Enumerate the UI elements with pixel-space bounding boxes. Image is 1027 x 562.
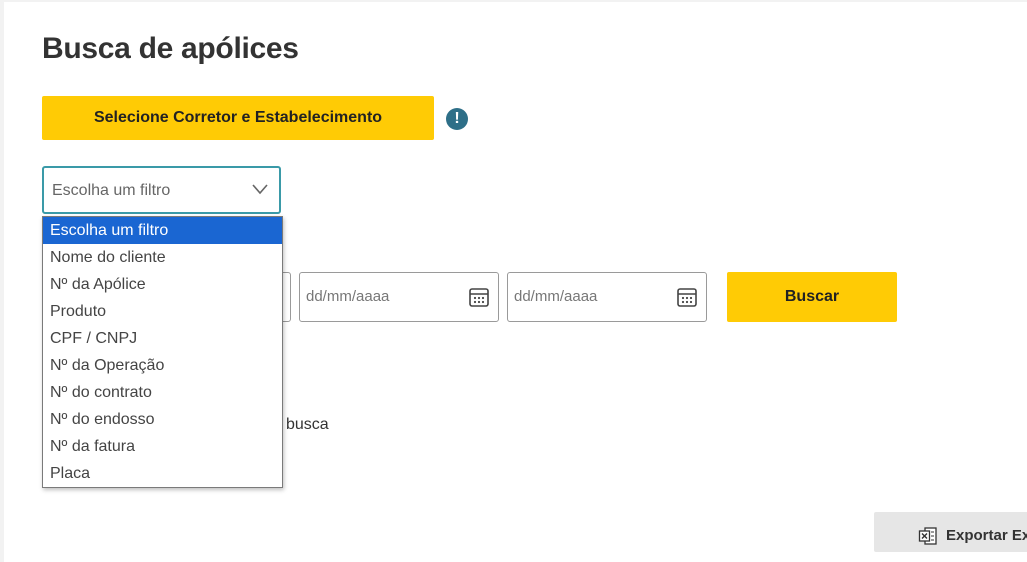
calendar-icon[interactable] <box>676 286 698 308</box>
search-hint-text: busca <box>286 416 329 433</box>
chevron-down-icon <box>252 184 268 195</box>
filter-option[interactable]: Nº da Apólice <box>43 271 282 298</box>
start-date-placeholder: dd/mm/aaaa <box>306 288 390 305</box>
excel-file-icon <box>918 527 937 545</box>
filter-option[interactable]: Escolha um filtro <box>43 217 282 244</box>
filter-option[interactable]: Nº do endosso <box>43 406 282 433</box>
filter-select-value: Escolha um filtro <box>52 182 171 199</box>
select-broker-button[interactable]: Selecione Corretor e Estabelecimento <box>42 96 434 140</box>
page-title: Busca de apólices <box>42 32 299 65</box>
filter-option[interactable]: Nº da Operação <box>43 352 282 379</box>
filter-option[interactable]: Placa <box>43 460 282 487</box>
filter-option[interactable]: Nome do cliente <box>43 244 282 271</box>
filter-option[interactable]: Nº da fatura <box>43 433 282 460</box>
end-date-input[interactable]: dd/mm/aaaa <box>507 272 707 322</box>
search-button[interactable]: Buscar <box>727 272 897 322</box>
export-button-label: Exportar Ex <box>946 527 1027 544</box>
filter-select[interactable]: Escolha um filtro <box>42 166 281 214</box>
filter-option[interactable]: CPF / CNPJ <box>43 325 282 352</box>
export-excel-button[interactable]: Exportar Ex <box>874 512 1027 552</box>
start-date-input[interactable]: dd/mm/aaaa <box>299 272 499 322</box>
filter-option[interactable]: Nº do contrato <box>43 379 282 406</box>
filter-option[interactable]: Produto <box>43 298 282 325</box>
calendar-icon[interactable] <box>468 286 490 308</box>
end-date-placeholder: dd/mm/aaaa <box>514 288 598 305</box>
exclamation-circle-icon[interactable]: ! <box>446 108 468 130</box>
filter-dropdown-list: Escolha um filtro Nome do cliente Nº da … <box>42 216 283 488</box>
